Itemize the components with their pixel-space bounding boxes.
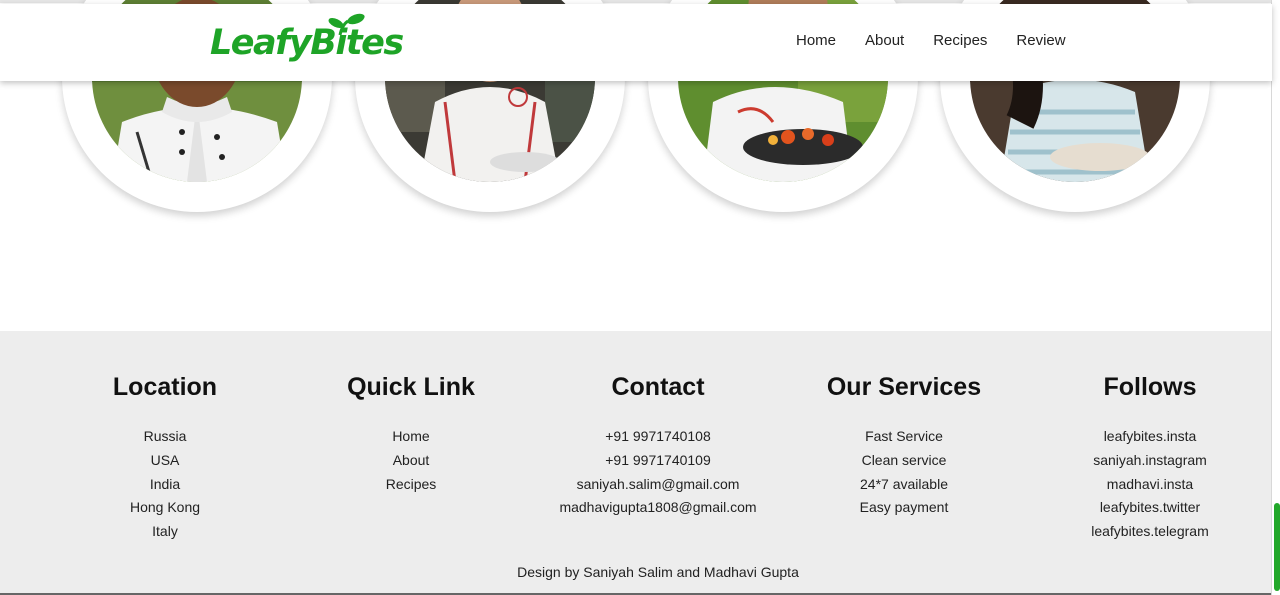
quick-link-about[interactable]: About xyxy=(291,449,531,473)
follow-link-instagram[interactable]: saniyah.instagram xyxy=(1030,449,1270,473)
follow-link-madhavi-insta[interactable]: madhavi.insta xyxy=(1030,473,1270,497)
main-nav: Home About Recipes Review xyxy=(796,32,1095,50)
location-item: India xyxy=(149,475,181,492)
contact-email-1[interactable]: saniyah.salim@gmail.com xyxy=(538,473,778,497)
location-item: Hong Kong xyxy=(129,499,201,516)
quick-link-recipes[interactable]: Recipes xyxy=(291,473,531,497)
footer-follows: Follows leafybites.insta saniyah.instagr… xyxy=(1030,371,1270,544)
footer-quick-link-title: Quick Link xyxy=(347,373,475,401)
nav-recipes[interactable]: Recipes xyxy=(933,32,987,50)
location-item: Russia xyxy=(143,428,187,444)
nav-home[interactable]: Home xyxy=(796,32,836,50)
location-item: USA xyxy=(150,451,180,468)
location-item: Italy xyxy=(152,523,178,540)
scrollbar-thumb[interactable] xyxy=(1274,503,1280,591)
footer-services: Our Services Fast Service Clean service … xyxy=(784,371,1024,520)
service-item: Clean service xyxy=(861,451,947,468)
service-item: Fast Service xyxy=(865,428,943,444)
footer-contact: Contact +91 9971740108 +91 9971740109 sa… xyxy=(538,371,778,520)
follow-link-insta[interactable]: leafybites.insta xyxy=(1030,425,1270,449)
brand-logo-text: LeafyBites xyxy=(210,23,404,63)
quick-link-home[interactable]: Home xyxy=(291,425,531,449)
design-credit: Design by Saniyah Salim and Madhavi Gupt… xyxy=(517,564,799,580)
contact-phone-2[interactable]: +91 9971740109 xyxy=(538,449,778,473)
footer-location: Location Russia USA India Hong Kong Ital… xyxy=(45,371,285,544)
service-item: Easy payment xyxy=(859,499,949,516)
footer-contact-title: Contact xyxy=(611,373,705,401)
footer-location-title: Location xyxy=(112,373,218,401)
follow-link-twitter[interactable]: leafybites.twitter xyxy=(1030,496,1270,520)
site-header: LeafyBites Home About Recipes Review xyxy=(0,4,1272,81)
contact-phone-1[interactable]: +91 9971740108 xyxy=(538,425,778,449)
footer-services-title: Our Services xyxy=(826,373,982,401)
nav-about[interactable]: About xyxy=(865,32,904,50)
footer-quick-link: Quick Link Home About Recipes xyxy=(291,371,531,496)
footer-follows-title: Follows xyxy=(1103,373,1197,401)
contact-email-2[interactable]: madhavigupta1808@gmail.com xyxy=(538,496,778,520)
follow-link-telegram[interactable]: leafybites.telegram xyxy=(1030,520,1270,544)
service-item: 24*7 available xyxy=(860,475,948,492)
brand-logo[interactable]: LeafyBites xyxy=(210,13,404,71)
sprout-icon xyxy=(328,13,365,35)
nav-review[interactable]: Review xyxy=(1016,32,1065,50)
site-footer: Location Russia USA India Hong Kong Ital… xyxy=(0,331,1272,593)
